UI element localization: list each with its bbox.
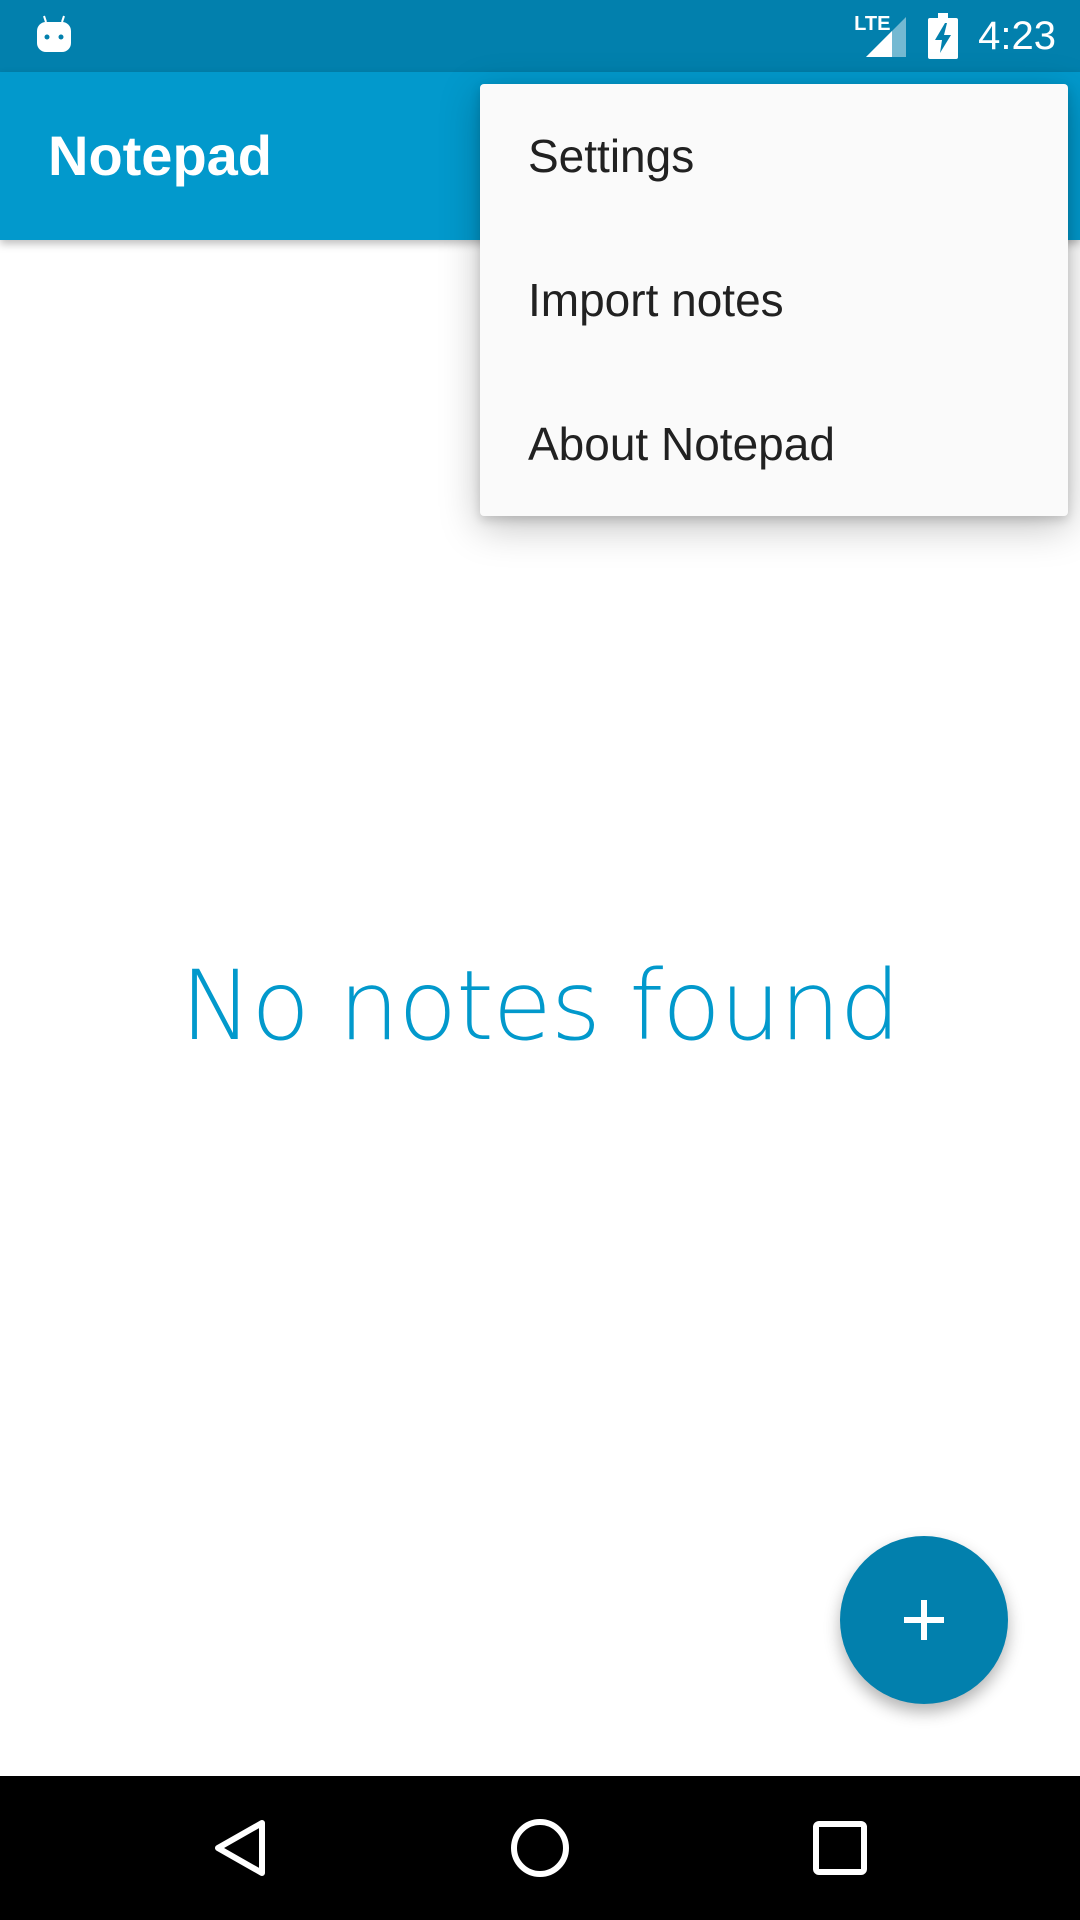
add-note-button[interactable] <box>840 1536 1008 1704</box>
android-app-icon <box>37 15 71 52</box>
menu-item-about-notepad[interactable]: About Notepad <box>480 372 1068 516</box>
status-bar: LTE 4:23 <box>0 0 1080 72</box>
back-button[interactable] <box>168 1776 312 1920</box>
menu-item-import-notes[interactable]: Import notes <box>480 228 1068 372</box>
navigation-bar <box>0 1776 1080 1920</box>
screen: LTE 4:23 Notepad No notes found Settings… <box>0 0 1080 1920</box>
overflow-menu: Settings Import notes About Notepad <box>480 84 1068 516</box>
menu-item-settings[interactable]: Settings <box>480 84 1068 228</box>
lte-signal-icon: LTE <box>852 13 908 59</box>
back-icon <box>215 1820 265 1876</box>
battery-charging-icon <box>928 13 959 59</box>
app-title: Notepad <box>48 124 272 187</box>
status-time: 4:23 <box>978 13 1056 58</box>
recents-icon <box>813 1821 867 1875</box>
empty-notes-message: No notes found <box>180 950 900 1062</box>
plus-icon <box>904 1600 944 1640</box>
recents-button[interactable] <box>768 1776 912 1920</box>
home-button[interactable] <box>468 1776 612 1920</box>
status-icons: LTE 4:23 <box>852 0 1056 72</box>
home-icon <box>511 1819 569 1877</box>
